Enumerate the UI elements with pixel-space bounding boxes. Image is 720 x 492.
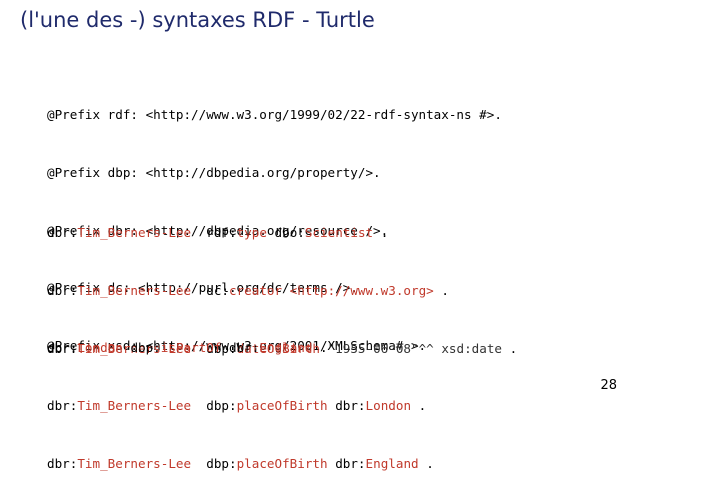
prefix-line: @Prefix rdf: <http://www.w3.org/1999/02/…	[47, 107, 502, 123]
object: <http://www.w3.org>	[289, 283, 434, 298]
predicate: isPartOf	[160, 340, 222, 356]
object: England	[259, 340, 313, 356]
subject: Tim_Berners-Lee	[77, 225, 192, 241]
triple-terminator: .	[433, 283, 449, 298]
predicate: placeOfBirth	[236, 455, 328, 471]
subject: Tim_Berners-Lee	[77, 455, 192, 471]
subject: London	[77, 340, 123, 356]
subject-prefix: dbr:	[47, 398, 78, 414]
triple-line: dbr:Tim_Berners-Lee rdf:type dbo:Scienti…	[47, 223, 517, 242]
object: Scientist	[304, 225, 374, 241]
last-triple-block: dbr:London dbp:isPartOf dbr:England .	[47, 300, 328, 377]
predicate: placeOfBirth	[236, 398, 328, 414]
object-prefix: dbo:	[274, 225, 305, 241]
predicate: type	[236, 225, 267, 241]
predicate-prefix: dbp:	[130, 340, 161, 356]
subject-prefix: dbr:	[47, 455, 78, 471]
triple-terminator: .	[411, 398, 427, 414]
object-prefix: dbr:	[335, 398, 366, 414]
triple-line: dbr:Tim_Berners-Lee dbp:placeOfBirth dbr…	[47, 454, 517, 473]
object-prefix: dbr:	[335, 455, 366, 471]
predicate: creator	[229, 283, 283, 298]
subject: Tim_Berners-Lee	[77, 283, 192, 298]
object: London	[365, 398, 412, 414]
predicate-prefix: rdf:	[206, 225, 237, 241]
triple-terminator: .	[312, 340, 328, 356]
triple-line: dbr:Tim_Berners-Lee dbp:placeOfBirth dbr…	[47, 396, 517, 415]
predicate-prefix: dc:	[206, 283, 229, 298]
slide-title: (l'une des -) syntaxes RDF - Turtle	[20, 8, 375, 32]
object: "1955-06-08"^^ xsd:date	[327, 340, 502, 356]
subject-prefix: dbr:	[47, 283, 78, 298]
triple-terminator: .	[418, 455, 434, 471]
object: England	[365, 455, 419, 471]
page-number: 28	[600, 378, 617, 393]
subject-prefix: dbr:	[47, 340, 78, 356]
triple-line: dbr:London dbp:isPartOf dbr:England .	[47, 338, 328, 357]
predicate-prefix: dbp:	[206, 398, 237, 414]
predicate-prefix: dbp:	[206, 455, 237, 471]
subject-prefix: dbr:	[47, 225, 78, 241]
triple-terminator: .	[501, 340, 518, 356]
subject: Tim_Berners-Lee	[77, 398, 192, 414]
object-prefix: dbr:	[229, 340, 260, 356]
prefix-line: @Prefix dbp: <http://dbpedia.org/propert…	[47, 165, 381, 180]
triple-terminator: .	[373, 225, 389, 241]
triple-line: dbr:Tim_Berners-Lee dc:creator <http://w…	[47, 281, 517, 300]
